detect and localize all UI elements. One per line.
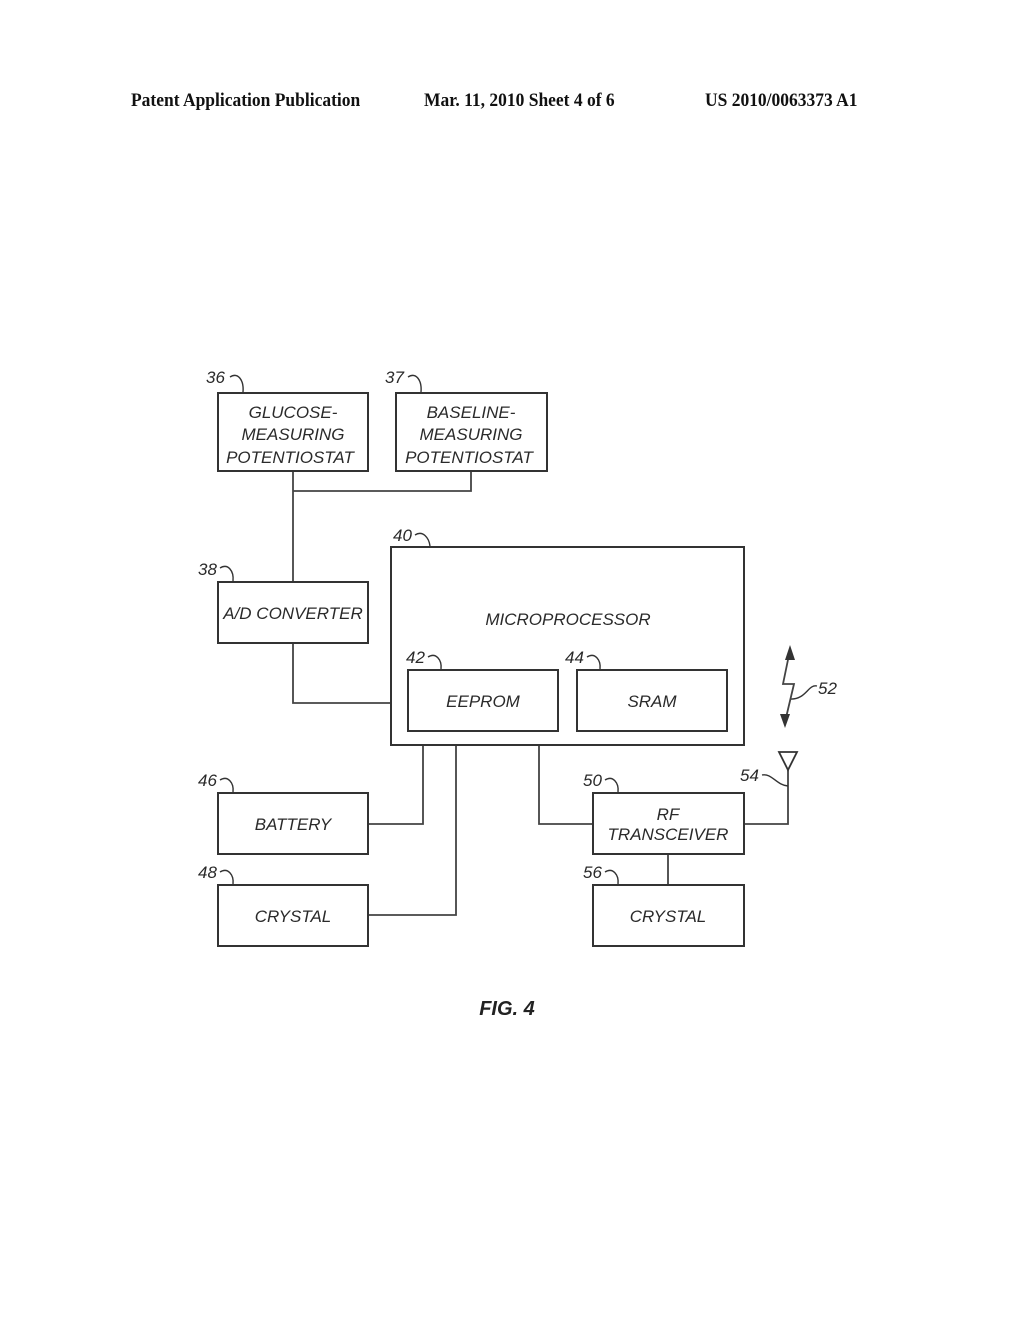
figure-caption: FIG. 4 bbox=[479, 998, 535, 1020]
block-eeprom: EEPROM bbox=[407, 669, 559, 732]
block-sram: SRAM bbox=[576, 669, 728, 732]
block-rf-transceiver: RF TRANSCEIVER bbox=[592, 792, 745, 855]
ref-numeral-56: 56 bbox=[583, 863, 602, 882]
block-label-line: MEASURING bbox=[420, 425, 523, 444]
block-label-line: BATTERY bbox=[255, 815, 333, 834]
block-label-line: SRAM bbox=[627, 692, 677, 711]
wireless-signal-icon bbox=[780, 645, 796, 728]
block-label-line: CRYSTAL bbox=[255, 907, 332, 926]
block-baseline-potentiostat: BASELINE- MEASURING POTENTIOSTAT bbox=[395, 392, 548, 472]
ref-numeral-52: 52 bbox=[818, 679, 837, 698]
ref-numeral-48: 48 bbox=[198, 863, 217, 882]
wire-adc-to-microprocessor bbox=[292, 643, 391, 704]
ref-numeral-50: 50 bbox=[583, 771, 602, 790]
block-label-line: POTENTIOSTAT bbox=[226, 448, 355, 467]
ref-numeral-54: 54 bbox=[740, 766, 759, 785]
block-ad-converter: A/D CONVERTER bbox=[217, 581, 369, 644]
block-battery: BATTERY bbox=[217, 792, 369, 855]
wire-baseline-to-bus bbox=[293, 471, 472, 492]
ref-numeral-36: 36 bbox=[206, 368, 225, 387]
block-label-line: A/D CONVERTER bbox=[222, 604, 363, 623]
block-label-line: TRANSCEIVER bbox=[608, 825, 729, 844]
block-crystal-rf: CRYSTAL bbox=[592, 884, 745, 947]
ref-numeral-38: 38 bbox=[198, 560, 217, 579]
block-diagram: GLUCOSE- MEASURING POTENTIOSTAT BASELINE… bbox=[198, 368, 837, 1020]
block-glucose-potentiostat: GLUCOSE- MEASURING POTENTIOSTAT bbox=[217, 392, 369, 472]
block-crystal-main: CRYSTAL bbox=[217, 884, 369, 947]
block-label-line: GLUCOSE- bbox=[249, 403, 338, 422]
block-label-line: MEASURING bbox=[242, 425, 345, 444]
block-label-line: EEPROM bbox=[446, 692, 521, 711]
wire-battery-to-microprocessor bbox=[369, 746, 424, 825]
block-label-line: MICROPROCESSOR bbox=[485, 610, 650, 629]
block-label-line: CRYSTAL bbox=[630, 907, 707, 926]
antenna-icon bbox=[777, 751, 799, 773]
ref-numeral-44: 44 bbox=[565, 648, 584, 667]
ref-numeral-37: 37 bbox=[385, 368, 404, 387]
block-label-line: RF bbox=[657, 805, 681, 824]
wire-crystal-to-microprocessor bbox=[369, 746, 457, 916]
ref-numeral-42: 42 bbox=[406, 648, 425, 667]
ref-numeral-46: 46 bbox=[198, 771, 217, 790]
ref-numeral-40: 40 bbox=[393, 526, 412, 545]
block-label-line: POTENTIOSTAT bbox=[405, 448, 534, 467]
block-label-line: BASELINE- bbox=[427, 403, 516, 422]
